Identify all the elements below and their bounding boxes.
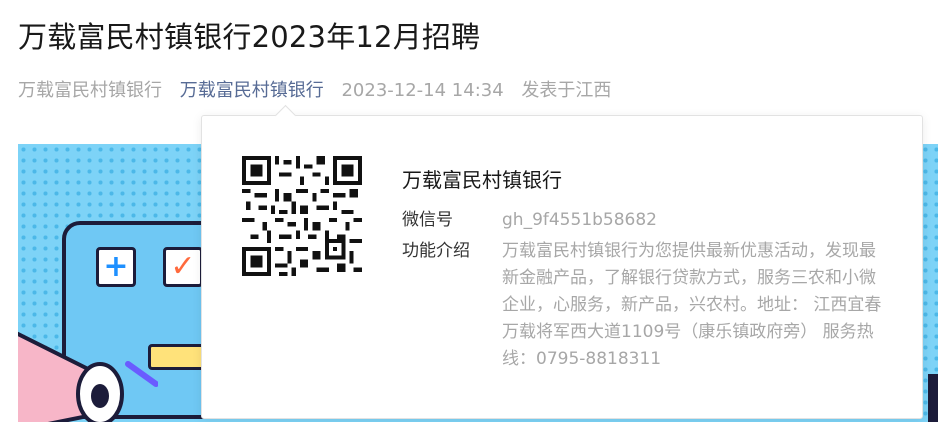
megaphone-icon xyxy=(18,331,158,422)
article-meta: 万载富民村镇银行 万载富民村镇银行 2023-12-14 14:34 发表于江西 xyxy=(18,76,623,102)
popup-arrow xyxy=(274,104,297,127)
intro-label: 功能介绍 xyxy=(402,241,470,261)
article-title: 万载富民村镇银行2023年12月招聘 xyxy=(18,20,481,54)
account-info: 万载富民村镇银行 微信号 gh_9f4551b58682 功能介绍 万载富民村镇… xyxy=(402,164,892,373)
wechat-id-label: 微信号 xyxy=(402,210,453,230)
account-name-link[interactable]: 万载富民村镇银行 xyxy=(180,80,324,101)
plus-icon: + xyxy=(96,247,136,287)
publish-datetime: 2023-12-14 14:34 xyxy=(341,80,504,101)
article-author: 万载富民村镇银行 xyxy=(18,80,162,101)
popup-account-name: 万载富民村镇银行 xyxy=(402,168,562,192)
wechat-id-row: 微信号 gh_9f4551b58682 xyxy=(402,207,892,234)
cover-edge-decoration xyxy=(928,374,938,422)
intro-row: 功能介绍 万载富民村镇银行为您提供最新优惠活动，发现最新金融产品，了解银行贷款方… xyxy=(402,238,892,373)
account-profile-popup: 万载富民村镇银行 微信号 gh_9f4551b58682 功能介绍 万载富民村镇… xyxy=(201,104,923,419)
wechat-id-value: gh_9f4551b58682 xyxy=(502,210,658,230)
publish-location: 发表于江西 xyxy=(521,80,612,101)
qr-code-icon xyxy=(242,156,362,276)
check-icon: ✓ xyxy=(163,247,203,287)
intro-text: 万载富民村镇银行为您提供最新优惠活动，发现最新金融产品，了解银行贷款方式，服务三… xyxy=(502,241,882,369)
